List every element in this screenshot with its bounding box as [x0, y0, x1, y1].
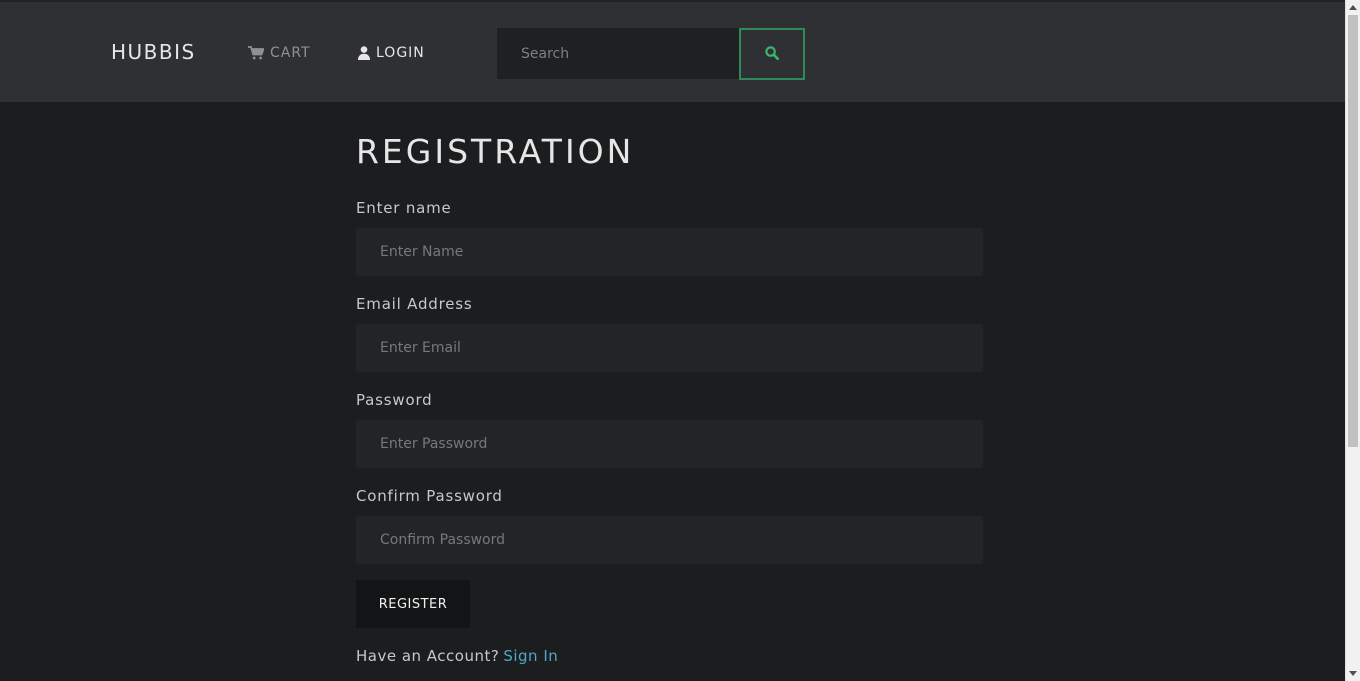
page-title: REGISTRATION — [356, 132, 635, 171]
signin-link[interactable]: Sign In — [503, 647, 558, 665]
nav-cart-label: CART — [270, 45, 311, 61]
cart-icon — [248, 46, 264, 60]
account-prompt-text: Have an Account? — [356, 647, 500, 665]
nav-login-link[interactable]: LOGIN — [358, 44, 425, 62]
user-icon — [358, 46, 370, 60]
nav-login-label: LOGIN — [376, 45, 425, 61]
name-field[interactable] — [356, 228, 983, 276]
search-icon — [765, 45, 780, 63]
page-scrollbar[interactable] — [1345, 0, 1360, 681]
password-field[interactable] — [356, 420, 983, 468]
brand-logo[interactable]: HUBBIS — [111, 39, 196, 65]
search-button[interactable] — [739, 28, 805, 80]
password-label: Password — [356, 391, 433, 409]
name-label: Enter name — [356, 199, 452, 217]
register-button[interactable]: REGISTER — [356, 580, 470, 628]
confirm-password-field[interactable] — [356, 516, 983, 564]
nav-cart-link[interactable]: CART — [248, 44, 311, 62]
scroll-up-icon[interactable] — [1349, 5, 1357, 10]
search-input[interactable] — [497, 28, 740, 79]
signin-prompt: Have an Account? Sign In — [356, 646, 558, 666]
email-label: Email Address — [356, 295, 473, 313]
email-field[interactable] — [356, 324, 983, 372]
navbar: HUBBIS CART LOGIN — [0, 0, 1345, 102]
scroll-down-icon[interactable] — [1349, 671, 1357, 676]
confirm-password-label: Confirm Password — [356, 487, 503, 505]
scroll-thumb[interactable] — [1348, 15, 1358, 447]
